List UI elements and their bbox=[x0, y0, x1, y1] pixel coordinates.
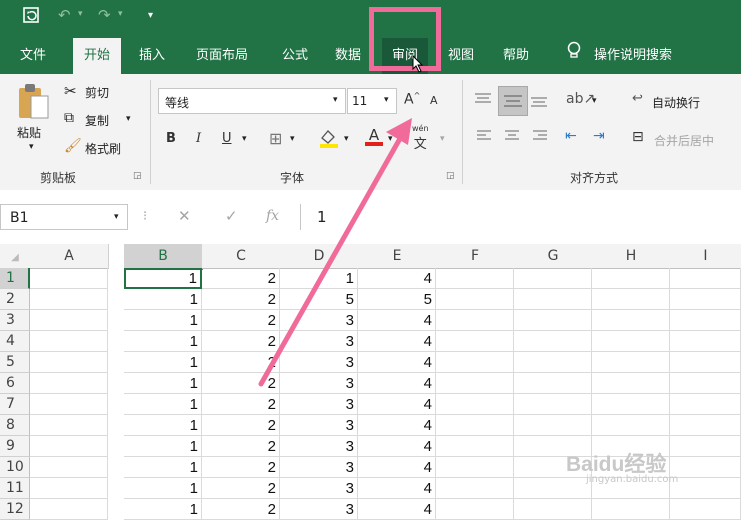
annotation-arrow bbox=[258, 118, 412, 387]
watermark-url: jingyan.baidu.com bbox=[586, 474, 679, 485]
